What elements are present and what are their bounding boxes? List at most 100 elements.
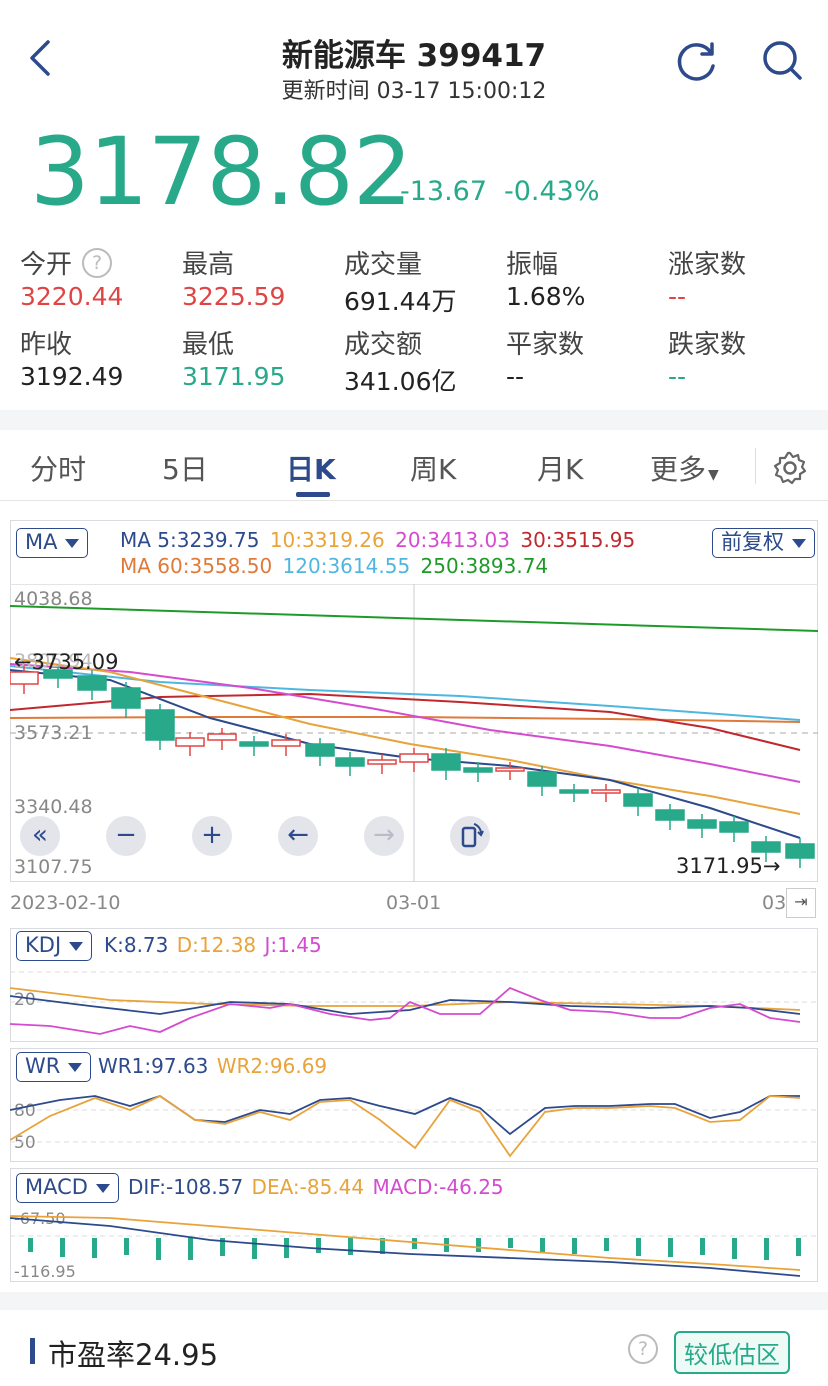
- stat-value-high: 3225.59: [182, 282, 286, 311]
- chart-settings-button[interactable]: [772, 450, 808, 486]
- macd-hist-bar: [508, 1238, 513, 1248]
- caret-down-icon: [792, 538, 806, 548]
- tabs-bottom-border: [0, 500, 828, 501]
- ma20-value: 20:3413.03: [395, 528, 510, 552]
- wr-chart: [10, 1094, 818, 1158]
- arrow-to-end-icon: ⇥: [794, 892, 808, 911]
- macd-hist-bar: [60, 1238, 65, 1257]
- macd-hist-bar: [348, 1238, 353, 1255]
- zoom-in-button[interactable]: +: [192, 816, 232, 856]
- tab-weekly-k[interactable]: 周K: [410, 448, 456, 488]
- stat-value-unchanged: --: [506, 362, 525, 391]
- price-change: -13.67: [400, 176, 488, 207]
- stat-value-decliners: --: [668, 362, 687, 391]
- ma5-value: MA 5:3239.75: [120, 528, 260, 552]
- adjust-select-value: 前复权: [721, 530, 784, 554]
- macd-hist-bar: [252, 1238, 257, 1259]
- ma120-value: 120:3614.55: [282, 554, 411, 578]
- stat-label-amplitude: 振幅: [506, 250, 559, 280]
- macd-hist-bar: [540, 1238, 545, 1253]
- macd-hist-bar: [572, 1238, 577, 1254]
- stat-label-decliners: 跌家数: [668, 330, 747, 360]
- candle-body: [399, 753, 429, 763]
- ma60-value: MA 60:3558.50: [120, 554, 273, 578]
- kdj-legend: K:8.73 D:12.38 J:1.45: [104, 933, 322, 957]
- macd-hist-bar: [284, 1238, 289, 1258]
- indicator-select-value: MA: [25, 530, 58, 554]
- help-icon[interactable]: ?: [82, 248, 112, 278]
- candle-body: [495, 767, 525, 772]
- macd-hist-bar: [764, 1238, 769, 1260]
- price-change-pct: -0.43%: [504, 176, 600, 207]
- refresh-button[interactable]: [672, 36, 722, 86]
- indicator-select[interactable]: MA: [16, 528, 89, 558]
- move-right-button[interactable]: →: [364, 816, 404, 856]
- x-axis-label-end: 03: [762, 892, 787, 914]
- kdj-chart: [10, 971, 818, 1035]
- ma-legend-row2: MA 60:3558.50 120:3614.55 250:3893.74: [120, 554, 548, 578]
- ma-legend-row1: MA 5:3239.75 10:3319.26 20:3413.03 30:35…: [120, 528, 635, 552]
- wr1-value: WR1:97.63: [98, 1054, 209, 1078]
- tab-5day[interactable]: 5日: [162, 448, 208, 488]
- arrow-left-icon: ←: [287, 820, 309, 850]
- macd-select[interactable]: MACD: [16, 1173, 119, 1203]
- wr-legend: WR1:97.63 WR2:96.69: [98, 1054, 327, 1078]
- candle-body: [463, 767, 493, 773]
- adjust-select[interactable]: 前复权: [712, 528, 815, 558]
- stat-value-advancers: --: [668, 282, 687, 311]
- pe-help-icon[interactable]: ?: [628, 1334, 658, 1364]
- search-button[interactable]: [758, 36, 808, 86]
- section-divider: [0, 410, 828, 430]
- stat-value-open: 3220.44: [20, 282, 124, 311]
- valuation-badge[interactable]: 较低估区: [674, 1331, 790, 1374]
- wr-select[interactable]: WR: [16, 1052, 92, 1082]
- candle-body: [335, 757, 365, 767]
- ma60-line: [10, 716, 801, 723]
- candle-body: [527, 771, 557, 787]
- scroll-to-latest-button[interactable]: ⇥: [786, 888, 816, 918]
- stat-value-amplitude: 1.68%: [506, 282, 586, 311]
- tab-intraday[interactable]: 分时: [30, 448, 86, 488]
- candle-body: [271, 739, 301, 747]
- y-axis-label-bottom: 3107.75: [14, 856, 93, 878]
- candle-body: [207, 733, 237, 741]
- candle-body: [719, 821, 749, 833]
- stat-label-turnover: 成交额: [344, 330, 423, 360]
- min-price-label: 3171.95→: [676, 854, 781, 878]
- search-icon: [763, 41, 802, 80]
- kdj-d-value: D:12.38: [176, 933, 257, 957]
- candle-body: [175, 737, 205, 747]
- plus-icon: +: [201, 820, 223, 850]
- tab-daily-k[interactable]: 日K: [286, 448, 336, 488]
- rotate-screen-button[interactable]: [450, 816, 490, 856]
- macd-hist-bar: [92, 1238, 97, 1258]
- max-price-value: 3735.09: [31, 650, 119, 674]
- max-price-label: ←3735.09: [14, 650, 119, 674]
- minus-icon: −: [115, 820, 137, 850]
- macd-hist-bar: [316, 1238, 321, 1253]
- kdj-select-value: KDJ: [25, 933, 62, 957]
- caret-down-icon: [95, 1183, 110, 1193]
- candle-body: [751, 841, 781, 853]
- wr1-line: [10, 1095, 800, 1136]
- kdj-select[interactable]: KDJ: [16, 931, 93, 961]
- gear-icon: [773, 451, 807, 485]
- refresh-icon: [677, 42, 715, 81]
- wr-select-value: WR: [25, 1054, 61, 1078]
- caret-down-icon: [68, 1062, 83, 1072]
- candle-body: [367, 759, 397, 765]
- move-left-button[interactable]: ←: [278, 816, 318, 856]
- scroll-to-start-button[interactable]: «: [20, 816, 60, 856]
- pe-ratio-label: 市盈率24.95: [48, 1338, 219, 1372]
- zoom-out-button[interactable]: −: [106, 816, 146, 856]
- macd-hist-bar: [604, 1238, 609, 1251]
- macd-hist-bar: [28, 1238, 33, 1252]
- arrow-right-icon: →: [373, 820, 395, 850]
- macd-hist-bar: [636, 1238, 641, 1256]
- kdj-j-value: J:1.45: [264, 933, 322, 957]
- pe-accent-bar: [30, 1338, 35, 1364]
- macd-hist-bar: [732, 1238, 737, 1259]
- macd-legend: DIF:-108.57 DEA:-85.44 MACD:-46.25: [128, 1175, 504, 1199]
- tab-more[interactable]: 更多 ▼: [650, 448, 719, 488]
- tab-monthly-k[interactable]: 月K: [537, 448, 583, 488]
